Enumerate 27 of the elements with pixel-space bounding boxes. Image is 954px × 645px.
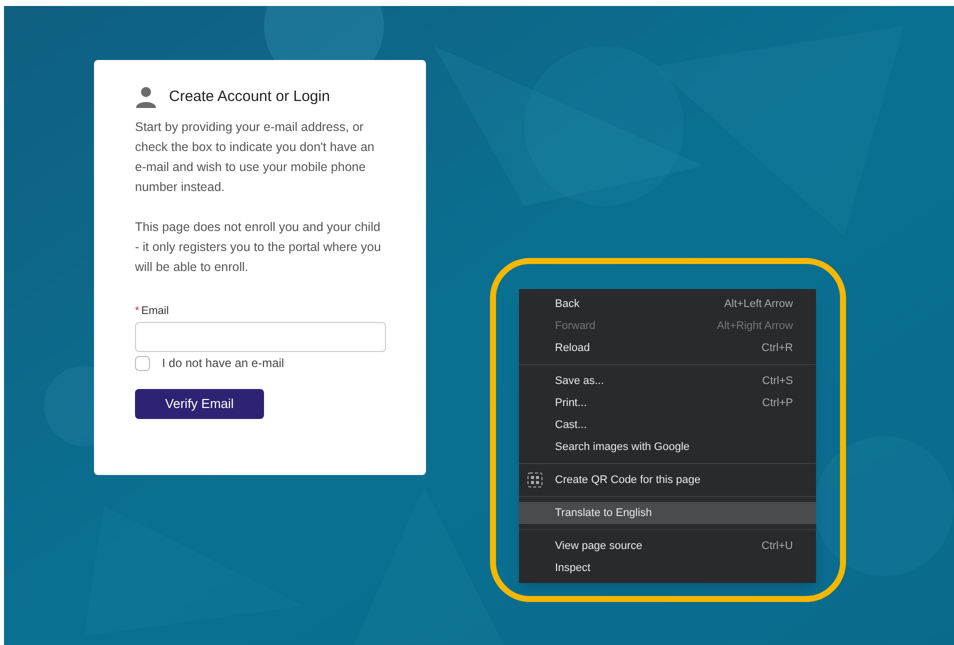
menu-item[interactable]: Save as... Ctrl+S xyxy=(519,370,816,392)
menu-item[interactable]: Reload Ctrl+R xyxy=(519,337,816,359)
card-title: Create Account or Login xyxy=(169,87,330,107)
checkbox[interactable] xyxy=(135,356,150,370)
shortcut-text: Ctrl+U xyxy=(762,538,793,554)
verify-email-button[interactable]: Verify Email xyxy=(135,389,264,419)
info-paragraph: This page does not enroll you and your child - it only registers you to the portal where you will be able to enroll. xyxy=(135,218,382,276)
menu-item[interactable]: View page source Ctrl+U xyxy=(519,535,816,557)
shortcut-text: Ctrl+S xyxy=(762,374,793,389)
shortcut-text: Ctrl+P xyxy=(762,396,793,411)
menu-item[interactable]: Print... Ctrl+P xyxy=(519,392,816,414)
menu-item[interactable]: Translate to English xyxy=(519,502,816,524)
shortcut-text: Alt+Left Arrow xyxy=(724,296,793,312)
shortcut-text: Ctrl+R xyxy=(762,340,793,356)
user-icon xyxy=(135,86,157,108)
shortcut-text: Alt+Right Arrow xyxy=(716,318,793,334)
field-label: Email xyxy=(141,304,169,318)
email-field[interactable] xyxy=(135,322,386,352)
menu-item[interactable]: Back Alt+Left Arrow xyxy=(519,293,816,315)
menu-item[interactable]: Search images with Google xyxy=(519,436,816,458)
menu-item[interactable]: Cast... xyxy=(519,414,816,436)
menu-item[interactable]: Create QR Code for this page xyxy=(519,469,816,491)
checkbox-label: I do not have an e-mail xyxy=(162,355,284,372)
required-mark: * xyxy=(135,304,140,318)
menu-item[interactable]: Inspect xyxy=(519,557,816,579)
info-paragraph: Start by providing your e-mail address, or check the box to indicate you don't have an e-mail and wish to use your mobile phone number instead. xyxy=(135,118,376,196)
qr-code-icon xyxy=(527,472,543,488)
